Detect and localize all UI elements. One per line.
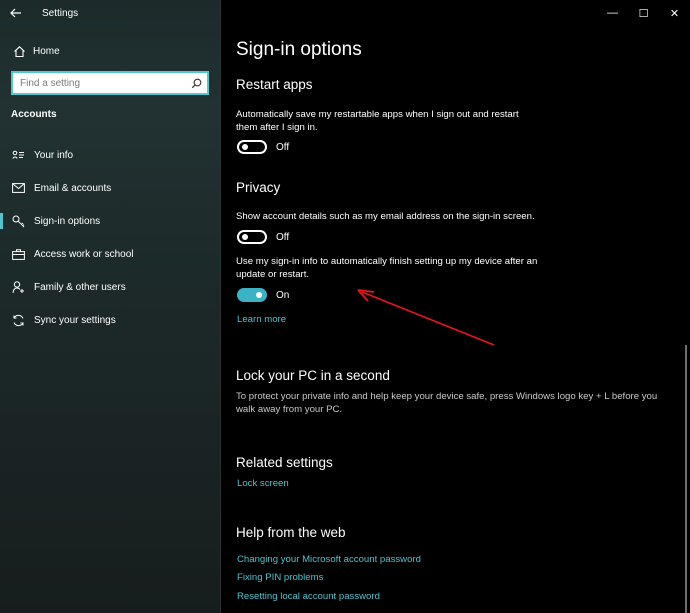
privacy-heading: Privacy (236, 180, 281, 195)
mail-icon (10, 183, 26, 193)
section-label-accounts: Accounts (11, 109, 57, 120)
active-indicator (0, 213, 3, 229)
account-details-description: Show account details such as my email ad… (236, 211, 535, 222)
toggle-knob (256, 292, 262, 298)
home-icon (11, 45, 27, 58)
minimize-icon: — (607, 7, 618, 19)
person-card-icon (10, 150, 26, 161)
restart-apps-toggle-row: Off (237, 140, 289, 154)
toggle-knob (242, 144, 248, 150)
sync-icon (10, 314, 26, 327)
learn-more-link[interactable]: Learn more (237, 314, 286, 325)
sidebar-item-your-info[interactable]: Your info (0, 143, 221, 167)
help-link-pin-problems[interactable]: Fixing PIN problems (237, 572, 323, 583)
sidebar-item-label: Sign-in options (34, 215, 101, 227)
search-placeholder: Find a setting (20, 77, 81, 89)
key-icon (10, 215, 26, 228)
home-button[interactable]: Home (0, 40, 221, 62)
maximize-icon: ☐ (638, 7, 649, 20)
sidebar-item-access-work[interactable]: Access work or school (0, 242, 221, 266)
person-add-icon (10, 280, 26, 294)
title-bar: Settings (0, 0, 221, 26)
arrow-left-icon (10, 6, 22, 21)
arrow-line (361, 291, 495, 346)
toggle-state-label: Off (276, 141, 290, 153)
sidebar-item-label: Family & other users (34, 281, 126, 293)
lock-pc-heading: Lock your PC in a second (236, 368, 390, 383)
search-icon[interactable] (185, 78, 207, 89)
arrow-head (357, 289, 375, 302)
restart-apps-toggle[interactable] (237, 140, 267, 154)
sign-in-info-description: Use my sign-in info to automatically fin… (236, 256, 538, 280)
search-input[interactable]: Find a setting (11, 71, 209, 95)
window-controls: — ☐ ✕ (597, 0, 690, 26)
sidebar-item-label: Email & accounts (34, 182, 112, 194)
account-details-toggle-row: Off (237, 230, 289, 244)
scrollbar[interactable] (685, 345, 687, 613)
toggle-state-label: On (276, 289, 290, 301)
help-link-change-password[interactable]: Changing your Microsoft account password (237, 554, 421, 565)
sidebar-item-email-accounts[interactable]: Email & accounts (0, 176, 221, 200)
sidebar-item-sync-settings[interactable]: Sync your settings (0, 308, 221, 332)
sidebar-item-label: Access work or school (34, 248, 134, 260)
restart-apps-description: Automatically save my restartable apps w… (236, 109, 519, 133)
restart-apps-heading: Restart apps (236, 77, 313, 92)
maximize-button[interactable]: ☐ (628, 0, 659, 26)
sidebar-item-sign-in-options[interactable]: Sign-in options (0, 209, 221, 233)
home-label: Home (33, 45, 60, 57)
account-details-toggle[interactable] (237, 230, 267, 244)
sidebar-item-label: Sync your settings (34, 314, 116, 326)
close-button[interactable]: ✕ (659, 0, 690, 26)
lock-pc-description: To protect your private info and help ke… (236, 391, 658, 415)
sidebar-item-label: Your info (34, 149, 74, 161)
toggle-knob (242, 234, 248, 240)
page-title: Sign-in options (236, 39, 362, 60)
minimize-button[interactable]: — (597, 0, 628, 26)
sign-in-info-toggle[interactable] (237, 288, 267, 302)
help-link-reset-password[interactable]: Resetting local account password (237, 591, 380, 602)
briefcase-icon (10, 248, 26, 260)
help-web-heading: Help from the web (236, 525, 346, 540)
lock-screen-link[interactable]: Lock screen (237, 478, 289, 489)
back-button[interactable] (0, 0, 32, 26)
sidebar: Settings Home Find a setting Accounts Yo… (0, 0, 221, 613)
related-settings-heading: Related settings (236, 455, 333, 470)
toggle-state-label: Off (276, 231, 290, 243)
sidebar-item-family-users[interactable]: Family & other users (0, 275, 221, 299)
sign-in-info-toggle-row: On (237, 288, 289, 302)
close-icon: ✕ (669, 7, 680, 20)
app-title: Settings (42, 7, 79, 19)
